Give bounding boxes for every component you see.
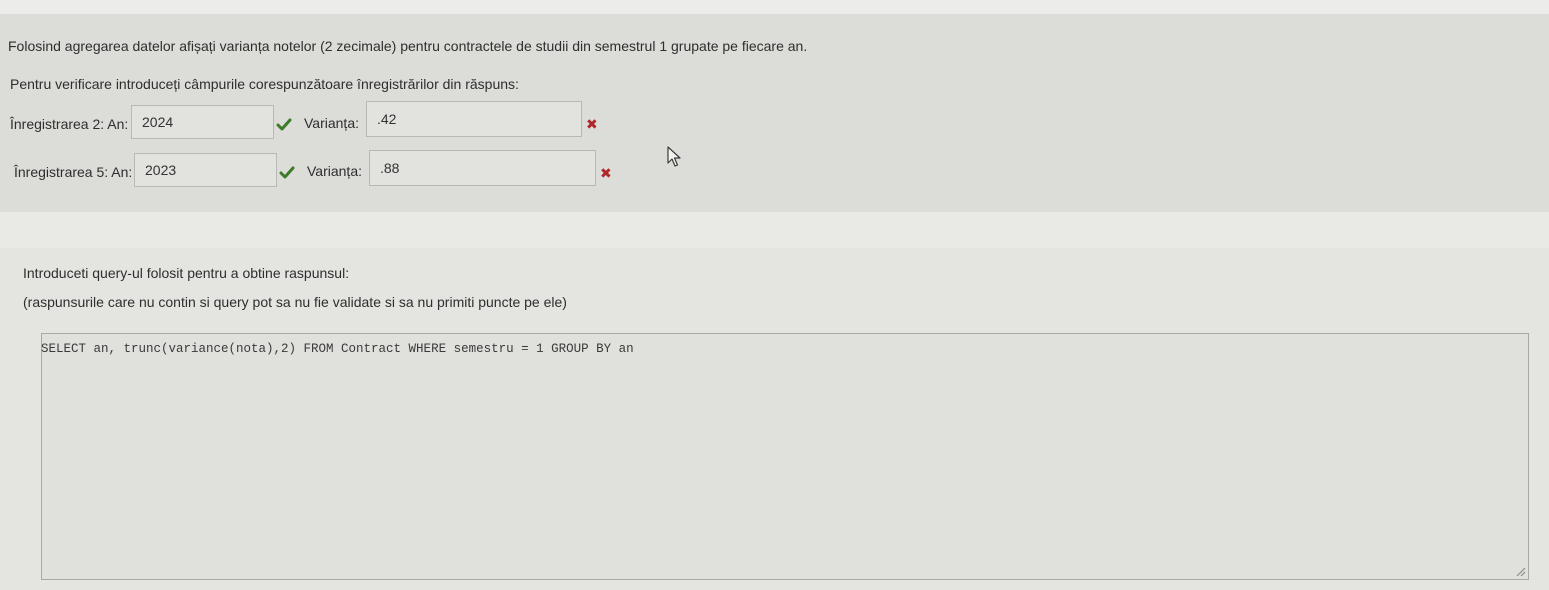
query-label: Introduceti query-ul folosit pentru a ob… [23, 265, 350, 281]
check-icon [279, 166, 295, 179]
mouse-cursor-icon [667, 146, 681, 167]
check-icon [276, 118, 292, 131]
year-input[interactable] [131, 105, 274, 139]
variance-input[interactable] [369, 150, 596, 186]
query-textarea[interactable]: SELECT an, trunc(variance(nota),2) FROM … [41, 333, 1529, 580]
query-text[interactable]: SELECT an, trunc(variance(nota),2) FROM … [41, 342, 634, 356]
question-instruction: Pentru verificare introduceți câmpurile … [10, 76, 519, 92]
year-input[interactable] [134, 153, 277, 187]
variance-label: Varianța: [304, 115, 359, 131]
cross-icon: ✖ [586, 116, 598, 132]
record-label: Înregistrarea 2: An: [10, 116, 129, 132]
question-prompt: Folosind agregarea datelor afișați varia… [8, 38, 808, 54]
section-separator [0, 212, 1549, 248]
variance-input[interactable] [366, 101, 582, 137]
resize-handle-icon[interactable] [1514, 565, 1526, 577]
query-note: (raspunsurile care nu contin si query po… [23, 294, 567, 310]
top-strip [0, 0, 1549, 14]
record-label: Înregistrarea 5: An: [14, 164, 133, 180]
cross-icon: ✖ [600, 165, 612, 181]
variance-label: Varianța: [307, 163, 362, 179]
